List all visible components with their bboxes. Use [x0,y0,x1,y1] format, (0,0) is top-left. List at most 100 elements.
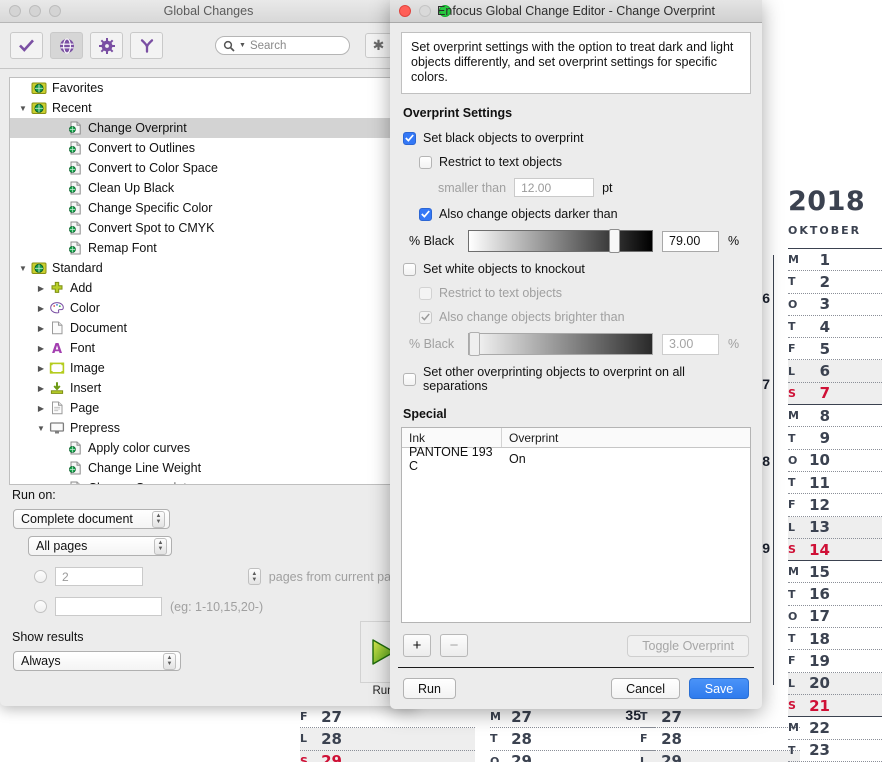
chevron-right-icon[interactable]: ▶ [34,304,48,313]
tree-item-prepress[interactable]: ▼ Prepress [10,418,407,438]
set-white-knockout-checkbox[interactable] [403,262,416,276]
dialog-titlebar[interactable]: Enfocus Global Change Editor - Change Ov… [390,0,762,23]
filter-icon-button[interactable] [130,32,163,59]
darker-than-row[interactable]: Also change objects darker than [419,207,749,221]
bright-percent-value: 3.00 [669,337,694,351]
tree-item-clean-up-black[interactable]: Clean Up Black [10,178,407,198]
table-row[interactable]: PANTONE 193 C On [402,445,750,473]
tree-item-change-line-weight[interactable]: Change Line Weight [10,458,407,478]
chevron-right-icon[interactable]: ▶ [34,364,48,373]
chevron-right-icon[interactable]: ▶ [34,404,48,413]
change-doc-icon [66,141,83,156]
day-of-week: T [788,320,796,334]
darker-than-checkbox[interactable] [419,207,432,221]
white-restrict-text-checkbox[interactable] [419,286,432,300]
tree-item-recent[interactable]: ▼ Recent [10,98,407,118]
chevron-down-icon[interactable]: ▼ [16,104,30,113]
day-of-week: T [640,710,648,724]
chevron-down-icon[interactable]: ▼ [16,264,30,273]
dark-percent-thumb[interactable] [609,229,620,253]
tree-item-color[interactable]: ▶ Color [10,298,407,318]
tree-item-apply-color-curves[interactable]: Apply color curves [10,438,407,458]
calendar-day-row: T 18 [788,628,882,651]
other-overprint-row[interactable]: Set other overprinting objects to overpr… [403,365,749,393]
pages-select[interactable]: All pages ▲ ▼ [28,536,172,556]
from-current-page-stepper[interactable]: ▲ ▼ [247,568,261,585]
day-number: 16 [809,585,830,604]
page-icon [48,401,65,416]
tree-item-change-specific-color[interactable]: Change Specific Color [10,198,407,218]
bright-percent-thumb[interactable] [469,332,480,356]
tree-item-convert-to-color-space[interactable]: Convert to Color Space [10,158,407,178]
set-black-overprint-checkbox[interactable] [403,131,416,145]
dialog-save-button[interactable]: Save [689,678,749,699]
tree-item-favorites[interactable]: Favorites [10,78,407,98]
tree-item-label: Convert to Outlines [88,141,195,155]
day-of-week: S [788,543,796,556]
show-results-select[interactable]: Always ▲ ▼ [13,651,181,671]
remove-ink-button[interactable]: − [440,634,468,657]
add-ink-button[interactable]: + [403,634,431,657]
check-icon [19,39,34,52]
day-of-week: T [788,632,796,646]
brighter-than-row[interactable]: Also change objects brighter than [419,310,749,324]
dialog-cancel-button[interactable]: Cancel [611,678,680,699]
scope-select[interactable]: Complete document ▲ ▼ [13,509,170,529]
gear-icon-button[interactable] [90,32,123,59]
smaller-than-unit: pt [602,180,613,195]
search-input[interactable]: ▼ Search [215,36,350,55]
day-number: 19 [809,651,830,670]
smaller-than-row: smaller than 12.00 pt [438,178,749,197]
chevron-down-icon: ▼ [239,42,246,49]
calendar-day-row: M 15 [788,561,882,584]
tree-item-add[interactable]: ▶ Add [10,278,407,298]
day-number: 22 [809,718,830,737]
dark-percent-slider[interactable] [468,229,653,253]
tree-item-insert[interactable]: ▶ Insert [10,378,407,398]
chevron-right-icon[interactable]: ▶ [34,324,48,333]
tree-item-label: Color [70,301,100,315]
globe-icon-button[interactable] [50,32,83,59]
chevron-down-icon[interactable]: ▼ [34,424,48,433]
tree-item-document[interactable]: ▶ Document [10,318,407,338]
from-current-page-input[interactable]: 2 [55,567,143,586]
page-range-radio[interactable] [34,600,47,613]
set-black-overprint-row[interactable]: Set black objects to overprint [403,131,749,145]
chevron-right-icon[interactable]: ▶ [34,284,48,293]
dark-percent-input[interactable]: 79.00 [662,230,719,252]
tree-item-remap-font[interactable]: Remap Font [10,238,407,258]
white-restrict-text-row[interactable]: Restrict to text objects [419,286,749,300]
chevron-right-icon[interactable]: ▶ [34,344,48,353]
from-current-page-radio[interactable] [34,570,47,583]
special-ink-table[interactable]: Ink Overprint PANTONE 193 C On [401,427,751,623]
change-list-tree[interactable]: Favorites ▼ Recent Change Overprint Convert … [9,77,408,485]
day-of-week: M [490,710,501,724]
set-white-knockout-row[interactable]: Set white objects to knockout [403,262,749,276]
chevron-right-icon[interactable]: ▶ [34,384,48,393]
brighter-than-checkbox[interactable] [419,310,432,324]
insert-icon [50,382,63,394]
bright-percent-slider[interactable] [468,332,653,356]
tree-item-label: Convert Spot to CMYK [88,221,215,235]
tree-item-standard[interactable]: ▼ Standard [10,258,407,278]
dialog-run-button[interactable]: Run [403,678,456,699]
restrict-text-checkbox[interactable] [419,155,432,169]
global-changes-titlebar[interactable]: Global Changes [0,0,417,23]
tree-item-convert-to-outlines[interactable]: Convert to Outlines [10,138,407,158]
tree-item-convert-spot-to-cmyk[interactable]: Convert Spot to CMYK [10,218,407,238]
check-icon-button[interactable] [10,32,43,59]
page-range-input[interactable] [55,597,162,616]
tree-item-change-overprint[interactable]: Change Overprint [10,478,407,484]
tree-item-font[interactable]: ▶ A Font [10,338,407,358]
calendar-day-row: F 19 [788,650,882,673]
other-overprint-checkbox[interactable] [403,372,416,386]
tree-item-change-overprint[interactable]: Change Overprint [10,118,407,138]
tree-item-page[interactable]: ▶ Page [10,398,407,418]
restrict-text-row[interactable]: Restrict to text objects [419,155,749,169]
calendar-day-row: S 21 [788,694,882,718]
settings-action-button[interactable]: ✱ [365,33,392,58]
toggle-overprint-button[interactable]: Toggle Overprint [627,634,749,657]
smaller-than-input[interactable]: 12.00 [514,178,595,197]
tree-item-image[interactable]: ▶ Image [10,358,407,378]
bright-percent-input[interactable]: 3.00 [662,333,719,355]
